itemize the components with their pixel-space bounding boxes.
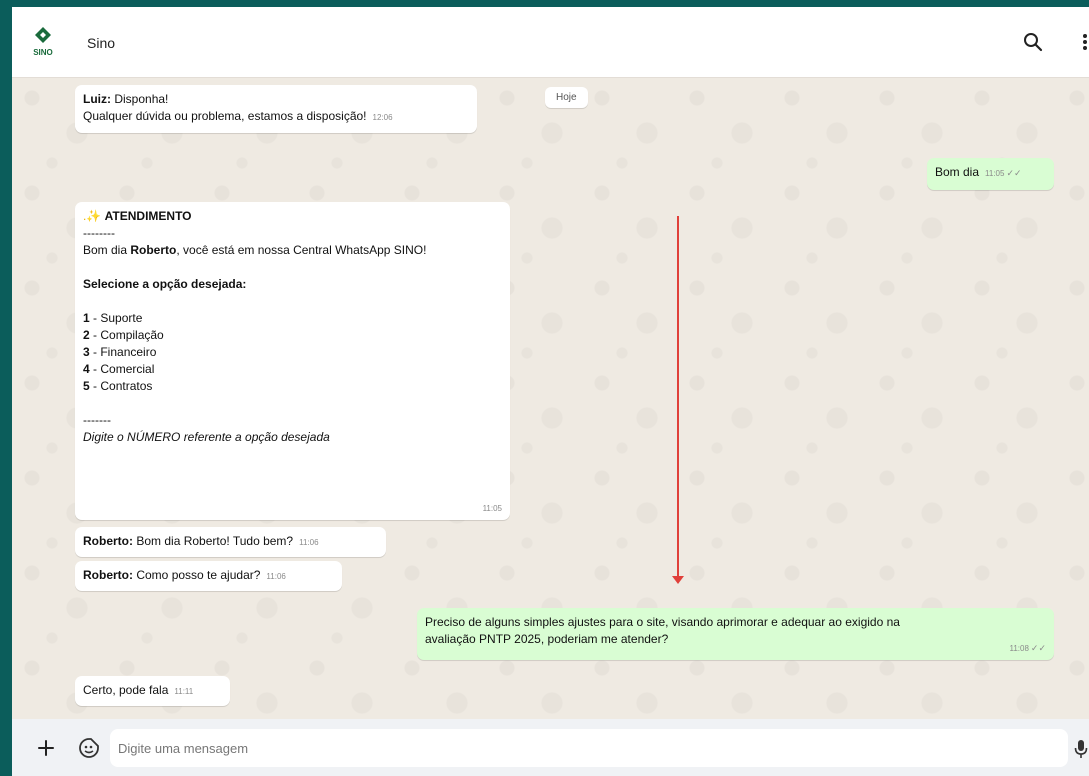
- sticker-icon[interactable]: [78, 737, 100, 759]
- message-outgoing: Bom dia 11:05 ✓✓: [927, 158, 1054, 190]
- plus-icon[interactable]: [36, 738, 56, 758]
- menu-title: .✨ ATENDIMENTO: [83, 209, 192, 223]
- message-incoming: Certo, pode fala 11:11: [75, 676, 230, 706]
- message-incoming: Roberto: Bom dia Roberto! Tudo bem? 11:06: [75, 527, 386, 557]
- message-incoming-menu: .✨ ATENDIMENTO -------- Bom dia Roberto,…: [75, 202, 510, 520]
- message-text: Preciso de alguns simples ajustes para o…: [425, 615, 900, 629]
- divider: --------: [83, 226, 115, 240]
- message-text: Qualquer dúvida ou problema, estamos a d…: [83, 109, 367, 123]
- menu-instruction: Digite o NÚMERO referente a opção deseja…: [83, 430, 330, 444]
- contact-name[interactable]: Sino: [87, 35, 115, 51]
- menu-prompt: Selecione a opção desejada:: [83, 277, 247, 291]
- annotation-arrow-line: [677, 216, 679, 578]
- menu-option: 3 - Financeiro: [83, 345, 157, 359]
- message-sender: Luiz:: [83, 92, 111, 106]
- double-check-icon: ✓✓: [1006, 168, 1022, 178]
- message-input[interactable]: [110, 729, 1068, 767]
- date-chip: Hoje: [545, 87, 588, 108]
- message-time: 11:06: [266, 572, 286, 581]
- menu-dots-icon[interactable]: [1078, 31, 1089, 53]
- divider: -------: [83, 413, 111, 427]
- menu-option: 1 - Suporte: [83, 311, 143, 325]
- menu-option: 2 - Compilação: [83, 328, 164, 342]
- sino-logo[interactable]: SINO: [24, 25, 62, 59]
- menu-option: 4 - Comercial: [83, 362, 155, 376]
- message-incoming: Luiz: Disponha! Qualquer dúvida ou probl…: [75, 85, 477, 133]
- message-sender: Roberto:: [83, 534, 133, 548]
- message-time: 11:11: [174, 687, 194, 696]
- message-time: 11:06: [299, 538, 319, 547]
- mic-icon[interactable]: [1074, 738, 1088, 760]
- message-text: avaliação PNTP 2025, poderiam me atender…: [425, 632, 669, 646]
- greeting: Bom dia Roberto, você está em nossa Cent…: [83, 243, 427, 257]
- message-incoming: Roberto: Como posso te ajudar? 11:06: [75, 561, 342, 591]
- svg-text:SINO: SINO: [33, 48, 53, 57]
- message-text: Bom dia Roberto! Tudo bem?: [136, 534, 294, 548]
- message-time: 11:08 ✓✓: [1009, 643, 1046, 653]
- message-area[interactable]: Luiz: Disponha! Qualquer dúvida ou probl…: [12, 78, 1089, 718]
- message-text: Como posso te ajudar?: [136, 568, 261, 582]
- message-text: Certo, pode fala: [83, 683, 169, 697]
- menu-option: 5 - Contratos: [83, 379, 153, 393]
- message-time: 11:05: [985, 169, 1005, 178]
- message-sender: Roberto:: [83, 568, 133, 582]
- message-text: Bom dia: [935, 165, 980, 179]
- sparkle-icon: .✨: [83, 209, 102, 223]
- annotation-arrow-head: [672, 576, 684, 584]
- message-time: 11:05: [482, 504, 502, 513]
- message-outgoing: Preciso de alguns simples ajustes para o…: [417, 608, 1054, 660]
- message-composer: [12, 719, 1089, 776]
- search-icon[interactable]: [1022, 31, 1044, 53]
- whatsapp-window: SINO Sino Luiz: Disponha! Qualquer dúvid…: [12, 7, 1089, 776]
- double-check-icon: ✓✓: [1030, 643, 1046, 653]
- message-text: Disponha!: [114, 92, 169, 106]
- chat-header: SINO Sino: [12, 7, 1089, 78]
- message-time: 12:06: [372, 113, 393, 122]
